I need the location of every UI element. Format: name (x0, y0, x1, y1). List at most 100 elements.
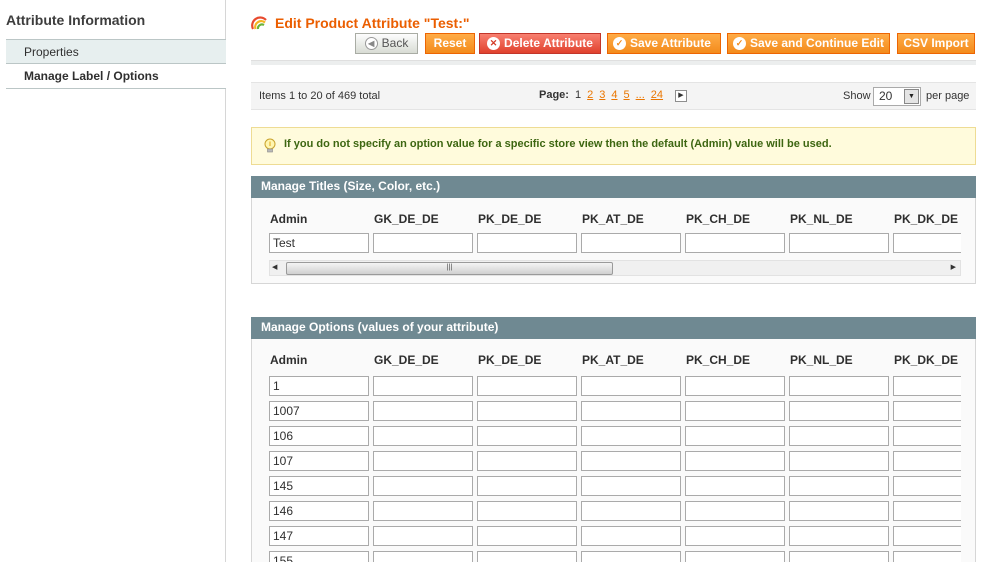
store-option-input[interactable] (789, 551, 889, 562)
store-option-input[interactable] (581, 401, 681, 421)
store-option-input[interactable] (685, 551, 785, 562)
store-option-input[interactable] (685, 426, 785, 446)
store-option-input[interactable] (581, 501, 681, 521)
store-option-input[interactable] (685, 451, 785, 471)
save-check-icon: ✓ (613, 37, 626, 50)
store-title-input[interactable] (581, 233, 681, 253)
option-row: 147 (269, 526, 961, 546)
per-page-select[interactable]: 20 ▼ (873, 87, 921, 106)
store-option-input[interactable] (893, 401, 961, 421)
reset-button-label: Reset (433, 36, 467, 50)
store-option-input[interactable] (373, 551, 473, 562)
store-title-input[interactable] (789, 233, 889, 253)
store-option-input[interactable] (893, 426, 961, 446)
store-option-input[interactable] (477, 451, 577, 471)
store-option-input[interactable] (581, 376, 681, 396)
store-option-input[interactable] (581, 451, 681, 471)
page-title: Edit Product Attribute "Test:" (275, 15, 470, 31)
dropdown-arrow-icon[interactable]: ▼ (904, 89, 919, 104)
column-header: Admin (270, 353, 308, 367)
delete-x-icon: ✕ (487, 37, 501, 50)
store-option-input[interactable] (685, 401, 785, 421)
store-option-input[interactable] (373, 476, 473, 496)
sidebar-item-manage-label-options[interactable]: Manage Label / Options (6, 64, 226, 89)
store-option-input[interactable] (477, 476, 577, 496)
store-title-input[interactable] (373, 233, 473, 253)
store-option-input[interactable] (477, 526, 577, 546)
store-option-input[interactable] (373, 451, 473, 471)
store-option-input[interactable] (477, 376, 577, 396)
reset-button[interactable]: Reset (425, 33, 475, 54)
page-link[interactable]: 24 (651, 89, 663, 101)
page-link[interactable]: 5 (624, 89, 630, 101)
store-title-input[interactable] (685, 233, 785, 253)
horizontal-scrollbar[interactable]: ◀ ||| ▶ (269, 260, 961, 276)
store-option-input[interactable] (477, 401, 577, 421)
admin-option-input[interactable]: 106 (269, 426, 369, 446)
admin-option-input[interactable]: 107 (269, 451, 369, 471)
scroll-left-icon[interactable]: ◀ (272, 263, 277, 271)
column-header: PK_DK_DE (894, 353, 959, 367)
csv-import-button[interactable]: CSV Import (897, 33, 975, 54)
store-title-input[interactable] (893, 233, 961, 253)
scroll-right-icon[interactable]: ▶ (951, 263, 956, 271)
store-option-input[interactable] (789, 376, 889, 396)
next-page-icon[interactable]: ▶ (675, 90, 687, 102)
page-link[interactable]: 4 (611, 89, 617, 101)
admin-option-input[interactable]: 146 (269, 501, 369, 521)
store-option-input[interactable] (373, 526, 473, 546)
admin-option-input[interactable]: 147 (269, 526, 369, 546)
store-option-input[interactable] (789, 426, 889, 446)
store-option-input[interactable] (893, 551, 961, 562)
store-option-input[interactable] (477, 501, 577, 521)
store-option-input[interactable] (789, 401, 889, 421)
store-option-input[interactable] (789, 526, 889, 546)
admin-option-input[interactable]: 1 (269, 376, 369, 396)
store-title-input[interactable] (477, 233, 577, 253)
store-option-input[interactable] (789, 501, 889, 521)
admin-option-input[interactable]: 145 (269, 476, 369, 496)
page-link[interactable]: 2 (587, 89, 593, 101)
scrollbar-thumb[interactable]: ||| (286, 262, 613, 275)
delete-attribute-button[interactable]: ✕ Delete Attribute (479, 33, 601, 54)
store-option-input[interactable] (581, 526, 681, 546)
store-option-input[interactable] (789, 451, 889, 471)
store-option-input[interactable] (685, 526, 785, 546)
column-header: GK_DE_DE (374, 212, 439, 226)
store-option-input[interactable] (893, 476, 961, 496)
back-button[interactable]: ◀ Back (355, 33, 418, 54)
store-option-input[interactable] (893, 376, 961, 396)
column-header: PK_NL_DE (790, 353, 853, 367)
store-option-input[interactable] (789, 476, 889, 496)
store-option-input[interactable] (685, 501, 785, 521)
store-option-input[interactable] (893, 501, 961, 521)
store-option-input[interactable] (893, 526, 961, 546)
store-option-input[interactable] (477, 551, 577, 562)
sidebar-item-properties[interactable]: Properties (6, 39, 226, 64)
column-header: PK_CH_DE (686, 212, 751, 226)
items-count: Items 1 to 20 of 469 total (259, 90, 381, 102)
save-and-continue-button[interactable]: ✓ Save and Continue Edit (727, 33, 890, 54)
store-option-input[interactable] (685, 376, 785, 396)
store-option-input[interactable] (581, 551, 681, 562)
admin-option-input[interactable]: 1007 (269, 401, 369, 421)
column-header: PK_NL_DE (790, 212, 853, 226)
admin-option-input[interactable]: 155 (269, 551, 369, 562)
options-column-headers: Admin GK_DE_DE PK_DE_DE PK_AT_DE PK_CH_D… (270, 353, 982, 367)
store-option-input[interactable] (581, 426, 681, 446)
admin-title-input[interactable]: Test (269, 233, 369, 253)
store-option-input[interactable] (477, 426, 577, 446)
back-button-label: Back (381, 36, 409, 50)
page-link[interactable]: 3 (599, 89, 605, 101)
save-check-icon: ✓ (733, 37, 746, 50)
store-option-input[interactable] (373, 401, 473, 421)
page-link-ellipsis[interactable]: ... (636, 89, 645, 101)
store-option-input[interactable] (373, 376, 473, 396)
store-option-input[interactable] (581, 476, 681, 496)
store-option-input[interactable] (893, 451, 961, 471)
save-attribute-button[interactable]: ✓ Save Attribute (607, 33, 721, 54)
store-option-input[interactable] (685, 476, 785, 496)
manage-titles-box: Admin GK_DE_DE PK_DE_DE PK_AT_DE PK_CH_D… (251, 198, 976, 284)
store-option-input[interactable] (373, 426, 473, 446)
store-option-input[interactable] (373, 501, 473, 521)
